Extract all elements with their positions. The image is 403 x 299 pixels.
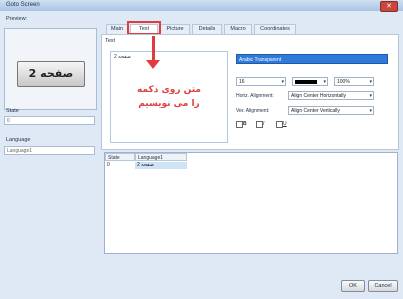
tab-details[interactable]: Details [192,24,222,34]
cancel-button[interactable]: Cancel [368,280,398,292]
language-label: Language [6,137,31,143]
zoom-value: 100% [337,79,350,85]
text-value: 2 صفحه [114,54,131,60]
language-select[interactable]: Language1 [4,146,95,155]
italic-label: I [263,121,265,127]
arrow-down-icon [146,60,160,69]
chevron-down-icon: ▾ [369,79,372,85]
state-label: State [6,108,19,114]
zoom-select[interactable]: 100% ▾ [334,77,374,86]
size-select[interactable]: 16 ▾ [236,77,286,86]
tab-coordinates[interactable]: Coordinates [254,24,296,34]
grid-cell-language[interactable]: 2 صفحه [135,162,187,169]
preview-label: Preview: [6,16,28,22]
preview-button: صفحه 2 [17,61,85,87]
underline-label: U [283,121,287,127]
color-swatch [295,80,317,84]
horiz-alignment-label: Horiz. Alignment: [236,93,274,99]
bold-label: B [243,121,247,127]
chevron-down-icon: ▾ [369,93,372,99]
tab-macro[interactable]: Macro [224,24,252,34]
horiz-alignment-value: Align Center Horizontally [291,93,347,99]
size-value: 16 [239,79,245,85]
chevron-down-icon: ▾ [323,79,326,85]
horiz-alignment-select[interactable]: Align Center Horizontally ▾ [288,91,374,100]
annotation: متن روی دکمه را می نویسیم [114,83,224,111]
italic-checkbox[interactable] [256,121,263,128]
highlight-box [127,21,161,35]
color-select[interactable]: ▾ [292,77,328,86]
tab-main[interactable]: Main [106,24,128,34]
ok-button[interactable]: OK [341,280,365,292]
state-select[interactable]: 0 [4,116,95,125]
tab-picture[interactable]: Picture [160,24,190,34]
vert-alignment-label: Ver. Alignment: [236,108,270,114]
font-select[interactable]: Arabic Transparent [236,54,388,64]
chevron-down-icon: ▾ [281,79,284,85]
annotation-line-2: را می نویسیم [138,99,200,109]
grid-cell-state[interactable]: 0 [105,162,135,169]
left-panel: Preview: صفحه 2 State 0 Language Languag… [4,16,97,292]
vert-alignment-select[interactable]: Align Center Vertically ▾ [288,106,374,115]
pointer-arrow-shaft [152,36,155,62]
bold-checkbox[interactable] [236,121,243,128]
text-group-label: Text [105,38,116,44]
text-panel: Text 2 صفحه متن روی دکمه را می نویسیم Ar… [101,34,399,150]
title-bar: Goto Screen ✕ [0,0,403,12]
grid-header-state: State [105,153,135,161]
preview-area: صفحه 2 [4,28,97,110]
grid-header-language: Language1 [135,153,187,161]
text-grid: State Language1 0 2 صفحه [104,152,398,254]
annotation-line-1: متن روی دکمه [137,85,201,95]
chevron-down-icon: ▾ [369,108,372,114]
vert-alignment-value: Align Center Vertically [291,108,340,114]
underline-checkbox[interactable] [276,121,283,128]
window-title: Goto Screen [6,2,40,8]
close-button[interactable]: ✕ [380,1,398,12]
goto-screen-dialog: Goto Screen ✕ Preview: صفحه 2 State 0 La… [0,0,403,299]
